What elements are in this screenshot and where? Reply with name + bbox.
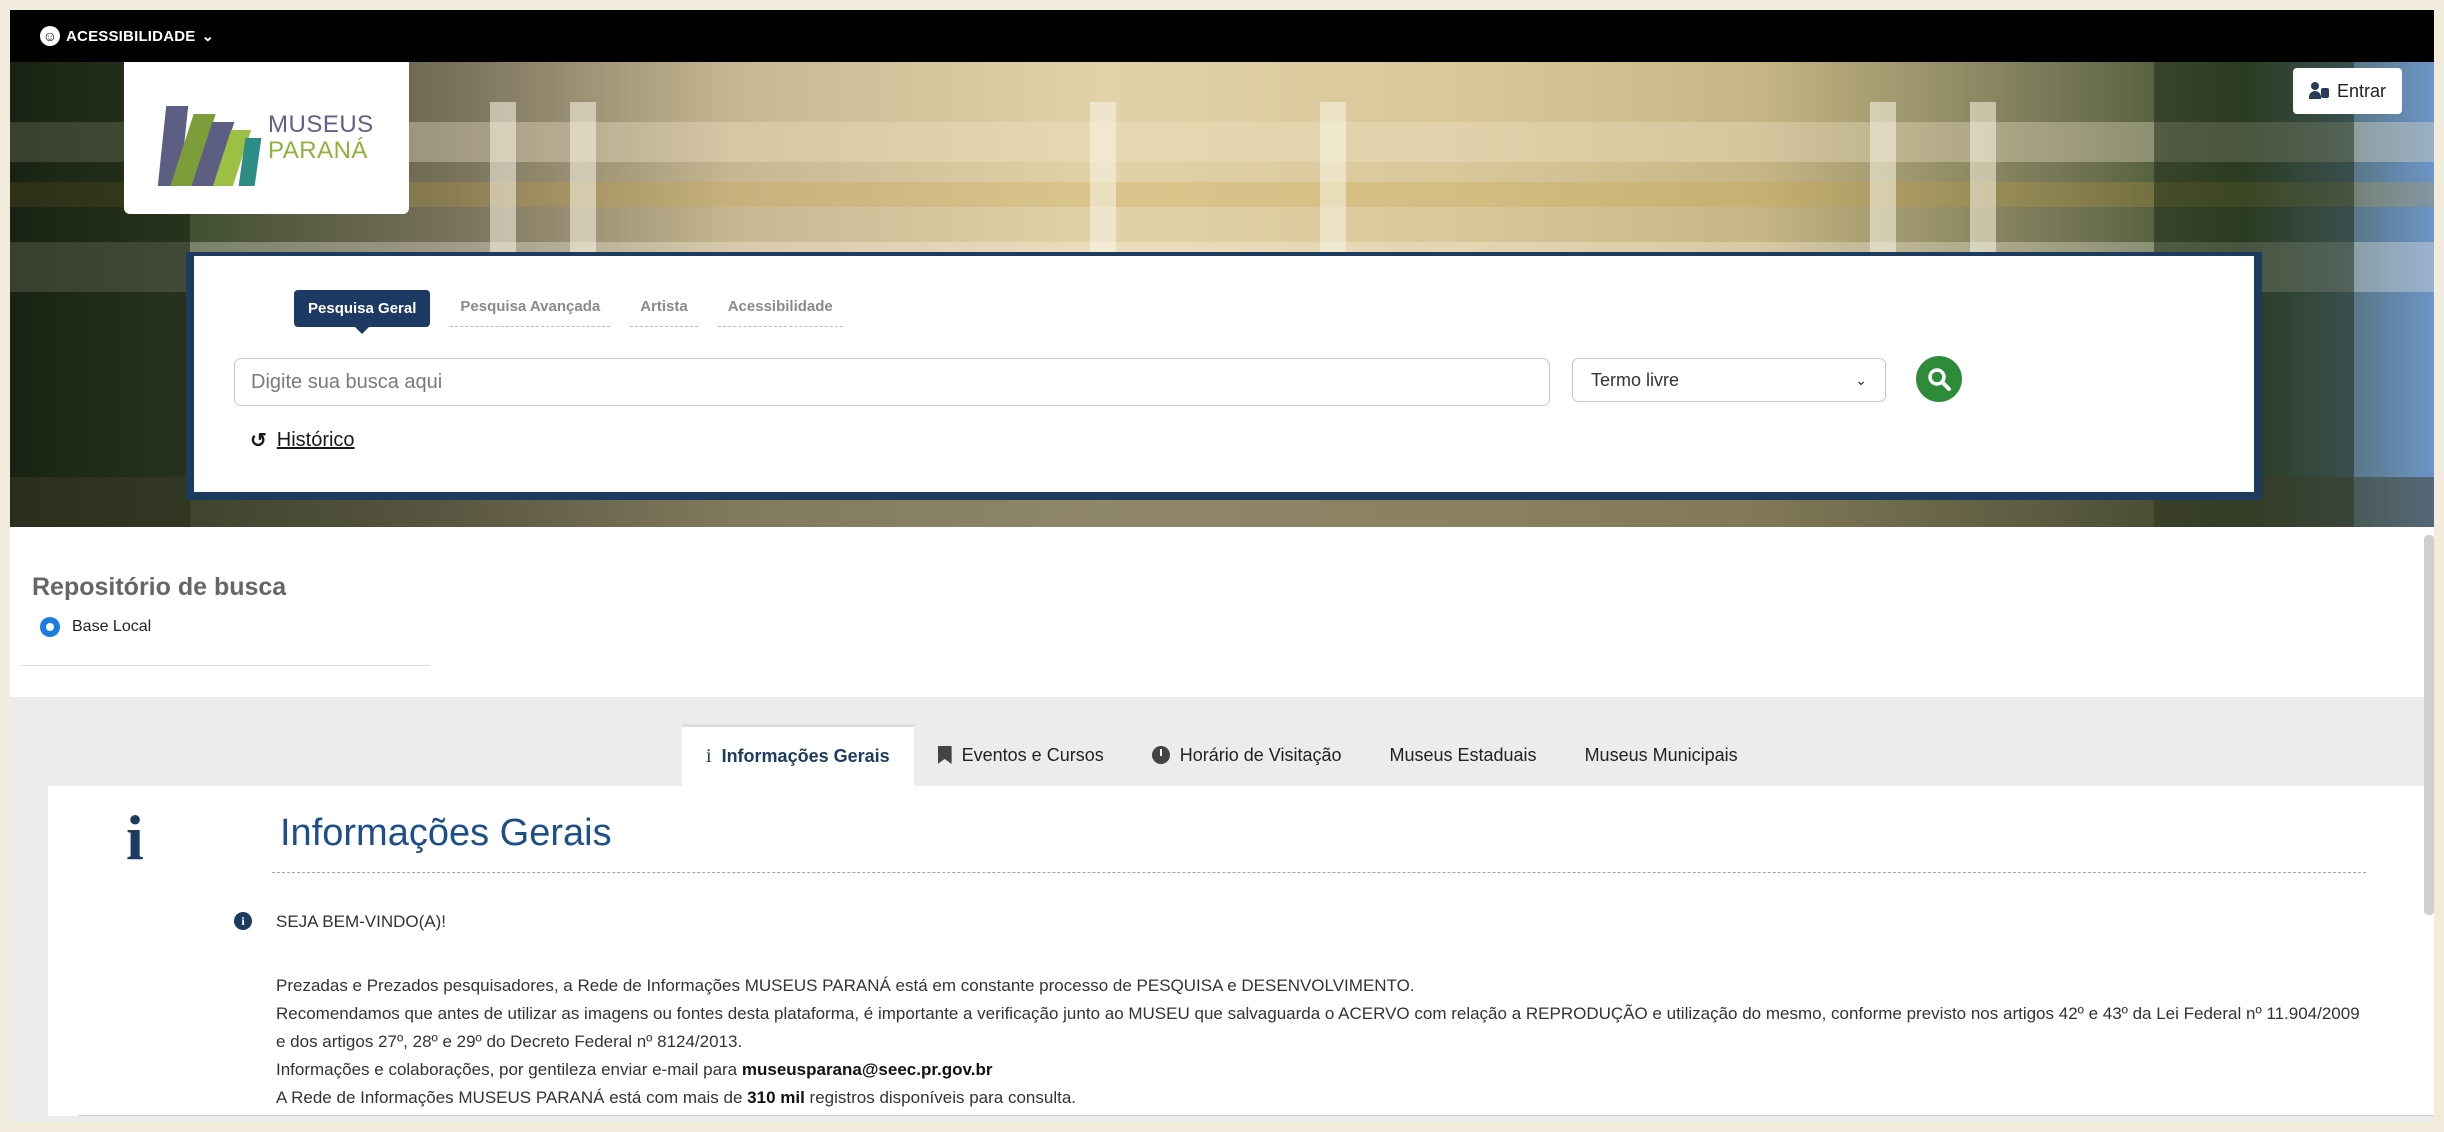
tab-label: Horário de Visitação — [1179, 744, 1342, 765]
divider — [272, 872, 2366, 873]
paragraph: A Rede de Informações MUSEUS PARANÁ está… — [276, 1084, 2366, 1112]
chevron-down-icon: ⌄ — [201, 28, 215, 45]
tab-pesquisa-geral[interactable]: Pesquisa Geral — [294, 290, 431, 334]
repository-option-label: Base Local — [72, 618, 152, 635]
tab-pesquisa-avancada[interactable]: Pesquisa Avançada — [450, 290, 611, 327]
user-lock-icon — [2308, 82, 2329, 100]
info-content: i Informações Gerais i SEJA BEM-VINDO(A)… — [48, 786, 2434, 1116]
tab-horario-visitacao[interactable]: Horário de Visitação — [1128, 724, 1366, 786]
info-large-icon: i — [126, 802, 144, 873]
bookmark-icon — [937, 746, 952, 764]
search-input[interactable] — [234, 358, 1550, 406]
info-tabs: i Informações Gerais Eventos e Cursos Ho… — [682, 724, 1762, 786]
paragraph-text: Informações e colaborações, por gentilez… — [276, 1060, 742, 1079]
search-type-select[interactable]: Termo livre ⌄ — [1572, 358, 1886, 402]
accessibility-icon: ☺ — [40, 26, 60, 46]
history-icon: ↺ — [250, 430, 267, 452]
search-panel: Pesquisa Geral Pesquisa Avançada Artista… — [186, 252, 2262, 500]
paragraph-text: A Rede de Informações MUSEUS PARANÁ está… — [276, 1088, 748, 1107]
repository-option-base-local[interactable]: Base Local — [40, 617, 151, 637]
divider — [78, 1115, 2434, 1116]
history-link[interactable]: ↺ Histórico — [250, 428, 355, 453]
tab-museus-municipais[interactable]: Museus Municipais — [1561, 724, 1762, 786]
content-title: Informações Gerais — [280, 812, 612, 854]
browser-page: ☺ ACESSIBILIDADE ⌄ MUSEUS PARANÁ Entrar — [10, 10, 2434, 1122]
tab-label: Informações Gerais — [721, 746, 890, 766]
tab-label: Museus Municipais — [1584, 744, 1738, 765]
search-icon — [1928, 368, 1951, 391]
accessibility-menu[interactable]: ☺ ACESSIBILIDADE ⌄ — [40, 26, 214, 46]
search-repository: Repositório de busca Base Local — [10, 527, 2434, 697]
logo-line2: PARANÁ — [268, 137, 368, 164]
divider — [20, 665, 430, 666]
search-tabs: Pesquisa Geral Pesquisa Avançada Artista… — [294, 290, 843, 334]
tab-label: Museus Estaduais — [1389, 744, 1537, 765]
search-button[interactable] — [1916, 356, 1962, 402]
paragraph: Prezadas e Prezados pesquisadores, a Red… — [276, 976, 1415, 995]
top-bar: ☺ ACESSIBILIDADE ⌄ — [10, 10, 2434, 62]
login-button[interactable]: Entrar — [2292, 68, 2402, 114]
repository-title: Repositório de busca — [32, 573, 287, 601]
paragraph: Recomendamos que antes de utilizar as im… — [276, 1004, 2360, 1051]
info-circle-icon: i — [234, 912, 252, 930]
contact-email[interactable]: museusparana@seec.pr.gov.br — [742, 1060, 993, 1079]
paragraph: Informações e colaborações, por gentilez… — [276, 1056, 2366, 1084]
paragraph-text: registros disponíveis para consulta. — [804, 1088, 1077, 1107]
chevron-down-icon: ⌄ — [1855, 371, 1867, 388]
info-icon: i — [706, 745, 712, 767]
logo-text: MUSEUS PARANÁ — [268, 113, 374, 163]
logo-line1: MUSEUS — [268, 111, 374, 138]
tab-acessibilidade[interactable]: Acessibilidade — [717, 290, 843, 327]
tab-artista[interactable]: Artista — [630, 290, 698, 327]
search-type-value: Termo livre — [1591, 369, 1680, 390]
tab-informacoes-gerais[interactable]: i Informações Gerais — [682, 724, 914, 786]
record-count: 310 mil — [747, 1088, 805, 1107]
radio-selected-icon[interactable] — [40, 617, 60, 637]
clock-icon — [1151, 746, 1170, 764]
info-paragraphs: Prezadas e Prezados pesquisadores, a Red… — [276, 972, 2366, 1112]
tab-eventos-cursos[interactable]: Eventos e Cursos — [914, 724, 1128, 786]
tab-museus-estaduais[interactable]: Museus Estaduais — [1365, 724, 1560, 786]
accessibility-label: ACESSIBILIDADE — [66, 27, 196, 45]
scrollbar[interactable] — [2424, 535, 2434, 915]
history-label: Histórico — [276, 429, 355, 451]
tab-label: Eventos e Cursos — [961, 744, 1104, 765]
login-label: Entrar — [2336, 80, 2386, 101]
logo-mark-icon — [157, 86, 262, 190]
welcome-text: SEJA BEM-VINDO(A)! — [276, 912, 447, 931]
site-logo[interactable]: MUSEUS PARANÁ — [124, 62, 409, 214]
